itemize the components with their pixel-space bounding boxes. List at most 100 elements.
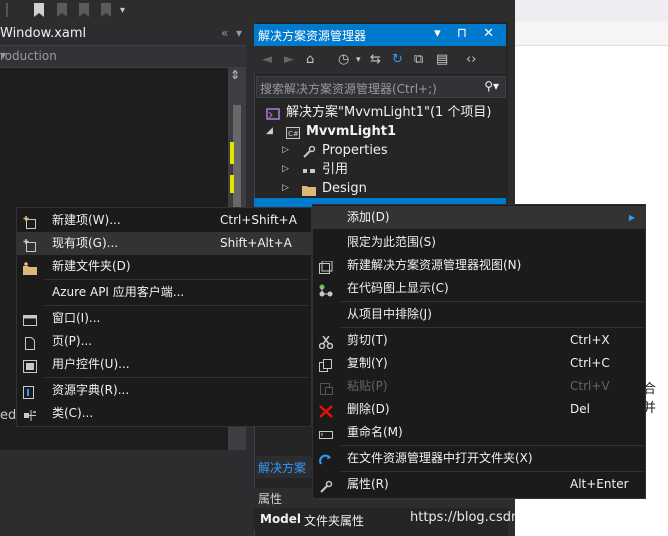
submenu-item-page[interactable]: 页(P)... [17,330,311,353]
menu-item-label: 限定为此范围(S) [347,235,436,249]
menu-item-label: 新建解决方案资源管理器视图(N) [347,258,522,272]
sync-icon[interactable]: ⇆ [370,52,381,67]
submenu-item-user-control[interactable]: 用户控件(U)... [17,353,311,376]
submenu-item-window[interactable]: 窗口(I)... [17,307,311,330]
collapsed-arrow-icon[interactable]: ▷ [282,160,289,179]
editor-navigation-combo[interactable]: roduction ▾ [0,46,250,68]
editor-tab-tools[interactable]: « ▾ [221,26,242,40]
change-marker [230,142,234,164]
menu-item-rename[interactable]: 重命名(M) [313,421,645,444]
menu-separator [341,471,643,472]
menu-item-label: 在代码图上显示(C) [347,281,449,295]
menu-item-label: 新建文件夹(D) [52,259,131,273]
resource-dictionary-icon [23,384,37,399]
menu-separator [45,377,309,378]
solution-explorer-toolbar: ◄ ► ⌂ ◷ ▾ ⇆ ↻ ⧉ ▤ ‹› [254,46,506,74]
editor-tab-header: Window.xaml « ▾ [0,22,250,46]
copy-icon [319,357,333,372]
menu-item-label: 资源字典(R)... [52,383,130,397]
menu-item-add[interactable]: 添加(D) ▶ [313,206,645,229]
refresh-icon[interactable]: ↻ [392,52,403,67]
menu-item-scope-to-this[interactable]: 限定为此范围(S) [313,231,645,254]
menu-item-label: 属性(R) [347,477,389,491]
code-icon[interactable]: ‹› [466,52,476,67]
submenu-item-new-item[interactable]: 新建项(W)... Ctrl+Shift+A [17,209,311,232]
refresh-arrow-icon [319,452,333,465]
tree-item-label: Design [322,181,367,196]
scissors-icon [318,334,334,350]
split-icon[interactable]: ⇕ [230,68,244,84]
menu-item-exclude-from-project[interactable]: 从项目中排除(J) [313,303,645,326]
chevron-down-icon[interactable]: ▾ [356,55,361,65]
existing-item-icon [23,237,37,252]
properties-title: 属性 [258,492,283,506]
menu-item-cut[interactable]: 剪切(T) Ctrl+X [313,329,645,352]
wrench-icon [302,145,316,158]
tree-item-solution[interactable]: 解决方案"MvvmLight1"(1 个项目) [266,103,492,122]
bookmark-clear-icon[interactable] [100,3,112,17]
submenu-item-new-folder[interactable]: 新建文件夹(D) [17,255,311,278]
search-input[interactable]: 搜索解决方案资源管理器(Ctrl+;) [260,80,437,97]
submenu-item-azure-api-client[interactable]: Azure API 应用客户端... [17,281,311,304]
menu-item-label: 现有项(G)... [52,236,119,250]
menu-item-paste[interactable]: 粘贴(P) Ctrl+V [313,375,645,398]
top-toolbar: ▾ [0,0,515,22]
submenu-item-class[interactable]: 类(C)... [17,402,311,425]
tab-solution-explorer[interactable]: 解决方案 [258,459,306,476]
menu-separator [341,301,643,302]
rename-icon [319,426,333,439]
solution-explorer-title-bar: 解决方案资源管理器 ▾ ⊓ ✕ [254,24,506,46]
menu-separator [45,279,309,280]
delete-x-icon [319,403,333,418]
change-marker [230,175,234,193]
menu-item-delete[interactable]: 删除(D) Del [313,398,645,421]
menu-item-label: 复制(Y) [347,356,388,370]
forward-icon[interactable]: ► [284,52,294,67]
references-icon [302,164,316,176]
tree-item-label: Properties [322,143,388,158]
toolbar-overflow-icon[interactable]: ▾ [120,5,132,19]
home-icon[interactable]: ⌂ [306,52,314,67]
menu-separator [341,445,643,446]
menu-item-copy[interactable]: 复制(Y) Ctrl+C [313,352,645,375]
history-icon[interactable]: ◷ [338,52,349,67]
submenu-item-resource-dictionary[interactable]: 资源字典(R)... [17,379,311,402]
back-icon[interactable]: ◄ [262,52,272,67]
solution-explorer-search[interactable]: 搜索解决方案资源管理器(Ctrl+;) ⚲▾ [256,76,506,98]
submenu-item-existing-item[interactable]: 现有项(G)... Shift+Alt+A [17,232,311,255]
menu-item-show-on-code-map[interactable]: 在代码图上显示(C) [313,277,645,300]
designer-toolbar [515,22,668,46]
collapse-all-icon[interactable]: ⧉ [414,52,423,67]
expanded-arrow-icon[interactable]: ◢ [266,122,273,141]
editor-text-fragment: ed [0,408,17,423]
menu-item-label: 在文件资源管理器中打开文件夹(X) [347,451,533,465]
show-all-files-icon[interactable]: ▤ [436,52,448,67]
editor-tab-title[interactable]: Window.xaml [0,26,86,41]
menu-item-label: Azure API 应用客户端... [52,285,185,299]
designer-top-strip [515,0,668,22]
collapsed-arrow-icon[interactable]: ▷ [282,179,289,198]
menu-item-new-view[interactable]: 新建解决方案资源管理器视图(N) [313,254,645,277]
new-view-icon [319,259,333,274]
panel-title: 解决方案资源管理器 [258,29,367,43]
tree-item-label: MvvmLight1 [306,124,396,139]
menu-item-shortcut: Ctrl+Shift+A [220,213,297,227]
menu-item-shortcut: Alt+Enter [570,477,629,491]
properties-object-type: 文件夹属性 [304,514,365,528]
submenu-arrow-icon: ▶ [628,213,635,222]
window-icon [23,312,37,326]
menu-item-properties[interactable]: 属性(R) Alt+Enter [313,473,645,496]
bookmark-prev-icon[interactable] [56,3,68,17]
panel-window-buttons[interactable]: ▾ ⊓ ✕ [434,26,500,41]
menu-item-label: 窗口(I)... [52,311,101,325]
new-item-icon [23,214,37,229]
bookmark-icon[interactable] [33,3,45,17]
bookmark-next-icon[interactable] [78,3,90,17]
search-icon[interactable]: ⚲▾ [484,79,499,93]
properties-object-name: Model [260,512,302,526]
page-icon [23,335,37,350]
menu-item-open-in-file-explorer[interactable]: 在文件资源管理器中打开文件夹(X) [313,447,645,470]
menu-separator [45,305,309,306]
collapsed-arrow-icon[interactable]: ▷ [282,141,289,160]
folder-icon [302,183,316,196]
